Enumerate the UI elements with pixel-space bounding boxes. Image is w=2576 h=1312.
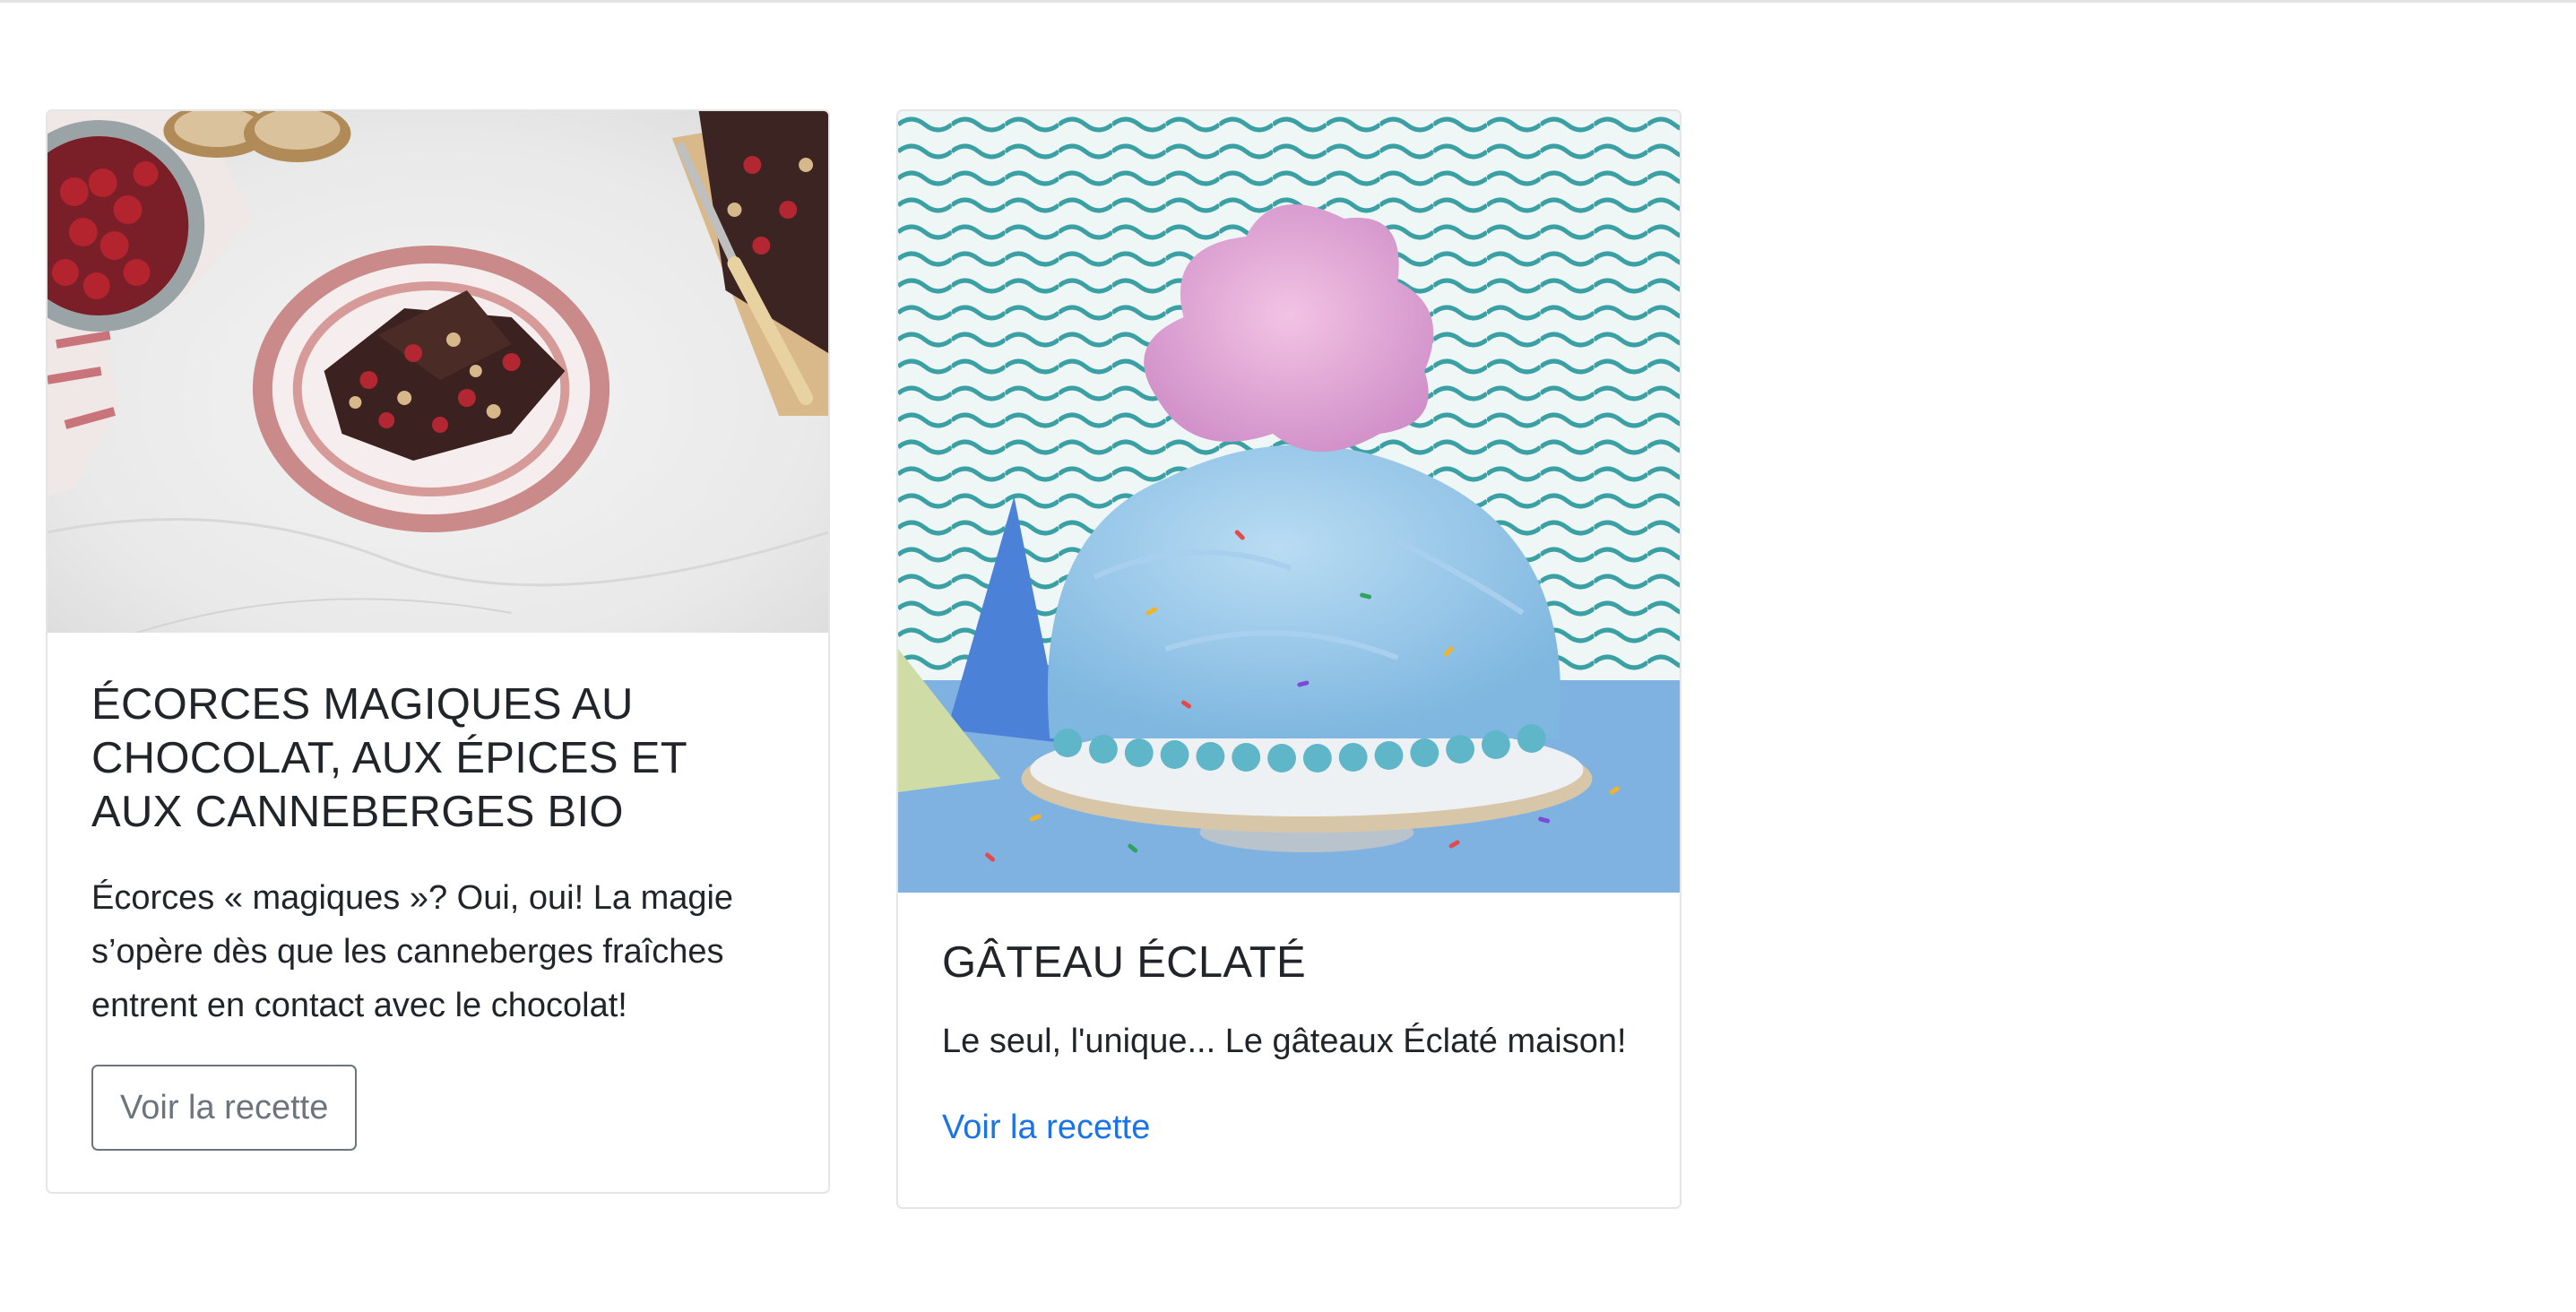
recipe-image-chocolate-bark[interactable] [48, 111, 828, 633]
recipe-card-grid: ÉCORCES MAGIQUES AU CHOCOLAT, AUX ÉPICES… [0, 0, 2576, 1312]
view-recipe-link[interactable]: Voir la recette [942, 1101, 1150, 1154]
recipe-title: GÂTEAU ÉCLATÉ [942, 938, 1306, 987]
recipe-title: ÉCORCES MAGIQUES AU CHOCOLAT, AUX ÉPICES… [91, 680, 687, 836]
chocolate-bark-photo [48, 111, 828, 633]
recipe-image-eclate-cake[interactable] [898, 111, 1680, 893]
blue-cake-photo [898, 111, 1680, 893]
card-body: ÉCORCES MAGIQUES AU CHOCOLAT, AUX ÉPICES… [91, 678, 784, 1151]
recipe-card: GÂTEAU ÉCLATÉ Le seul, l'unique... Le gâ… [896, 109, 1681, 1209]
view-recipe-button[interactable]: Voir la recette [91, 1065, 358, 1151]
recipe-card: ÉCORCES MAGIQUES AU CHOCOLAT, AUX ÉPICES… [46, 109, 830, 1194]
recipe-description: Le seul, l'unique... Le gâteaux Éclaté m… [942, 1023, 1627, 1060]
card-body: GÂTEAU ÉCLATÉ Le seul, l'unique... Le gâ… [942, 936, 1636, 1154]
recipe-description: Écorces « magiques »? Oui, oui! La magie… [91, 879, 734, 1024]
